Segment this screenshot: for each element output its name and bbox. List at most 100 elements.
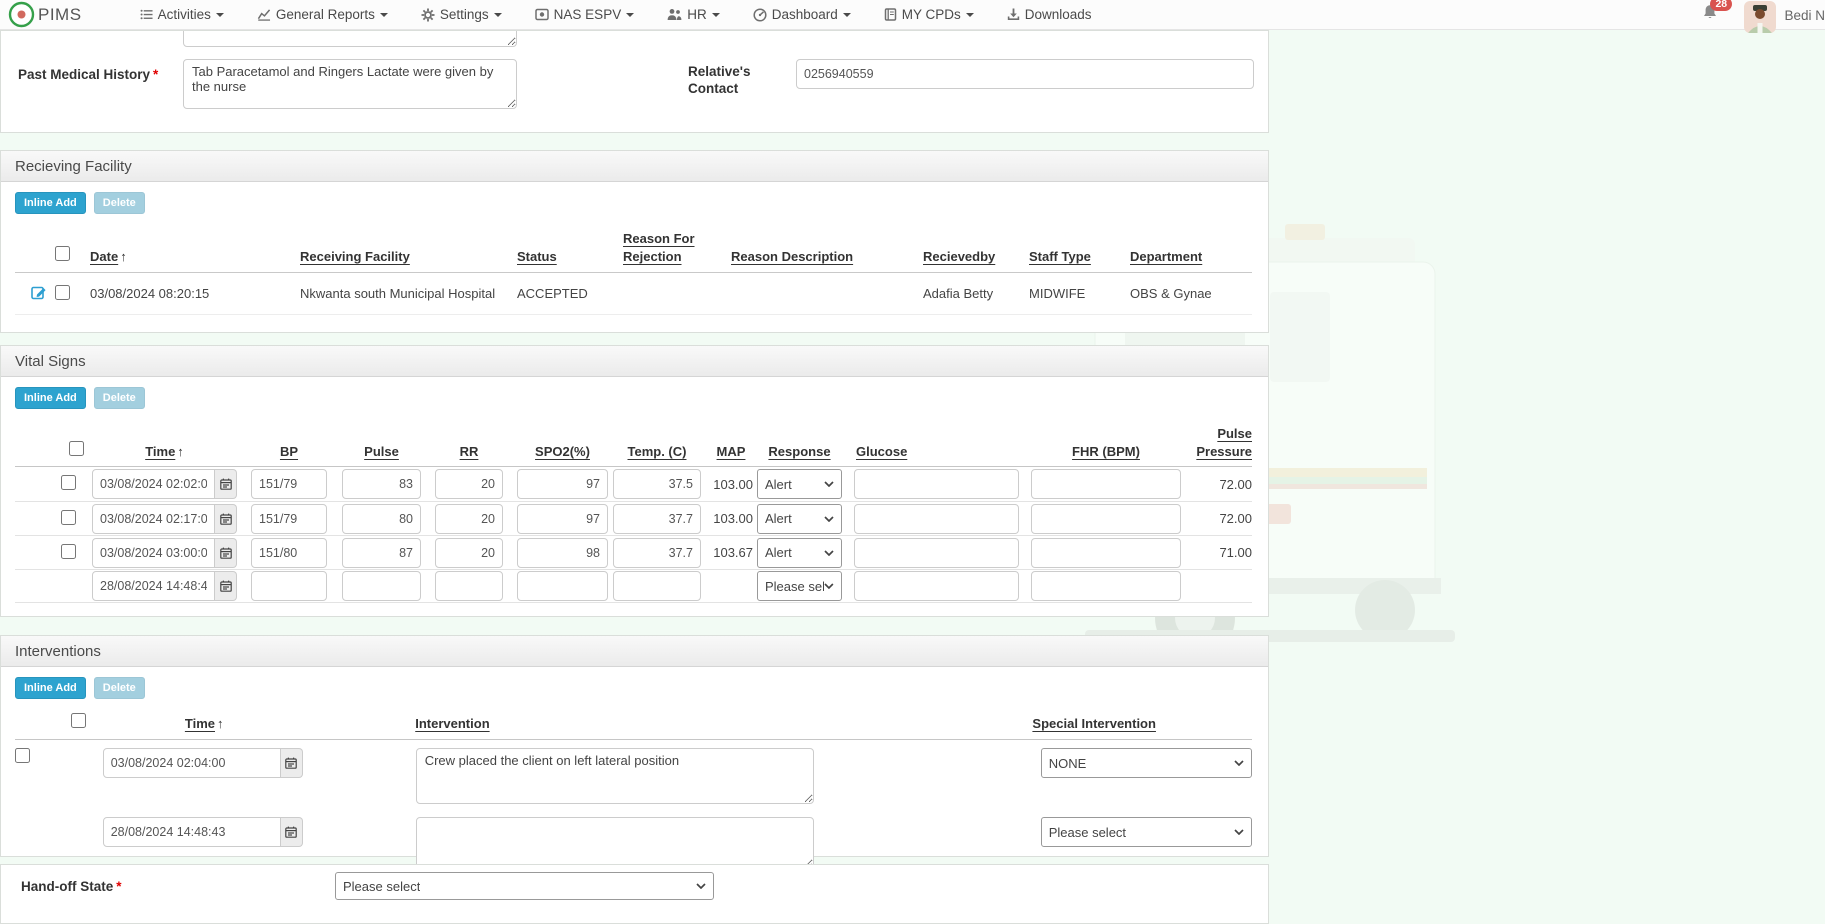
inline-add-button[interactable]: Inline Add [15, 677, 86, 699]
spo2-input[interactable] [517, 571, 608, 601]
column-header-spo2[interactable]: SPO2(%) [535, 444, 590, 459]
column-header-reason-for-rejection[interactable]: Reason For Rejection [623, 231, 695, 264]
column-header-department[interactable]: Department [1130, 249, 1202, 264]
column-header-intervention[interactable]: Intervention [415, 716, 489, 731]
calendar-button[interactable] [281, 748, 303, 778]
nav-item-hr[interactable]: HR [667, 7, 720, 22]
column-header-special-intervention[interactable]: Special Intervention [1032, 716, 1156, 731]
time-input[interactable] [103, 748, 281, 778]
edit-row-icon[interactable] [31, 284, 47, 303]
calendar-button[interactable] [281, 817, 303, 847]
pulse-input[interactable] [342, 469, 421, 499]
glucose-input[interactable] [854, 504, 1019, 534]
temp-input[interactable] [613, 504, 701, 534]
column-header-map[interactable]: MAP [717, 444, 746, 459]
rr-input[interactable] [435, 571, 503, 601]
glucose-input[interactable] [854, 469, 1019, 499]
avatar[interactable] [1744, 1, 1776, 33]
calendar-button[interactable] [215, 504, 237, 534]
fhr-input[interactable] [1031, 504, 1181, 534]
column-header-fhr[interactable]: FHR (BPM) [1072, 444, 1140, 459]
time-input[interactable] [92, 538, 215, 568]
bp-input[interactable] [251, 538, 327, 568]
time-input[interactable] [92, 504, 215, 534]
calendar-button[interactable] [215, 469, 237, 499]
inline-add-button[interactable]: Inline Add [15, 387, 86, 409]
inline-add-button[interactable]: Inline Add [15, 192, 86, 214]
response-select[interactable]: Alert [757, 504, 842, 534]
nav-item-my-cpds[interactable]: MY CPDs [884, 7, 974, 22]
response-select[interactable]: Please sel [757, 571, 842, 601]
column-header-pulse[interactable]: Pulse [364, 444, 399, 459]
special-intervention-select[interactable]: NONE [1041, 748, 1252, 778]
spo2-input[interactable] [517, 538, 608, 568]
row-checkbox[interactable] [61, 475, 76, 490]
temp-input[interactable] [613, 571, 701, 601]
handoff-state-select[interactable]: Please select [335, 872, 714, 900]
glucose-input[interactable] [854, 571, 1019, 601]
response-select[interactable]: Alert [757, 469, 842, 499]
row-checkbox[interactable] [55, 285, 70, 300]
select-all-checkbox[interactable] [55, 246, 70, 261]
nav-item-nas-espv[interactable]: NAS ESPV [535, 7, 635, 22]
column-header-response[interactable]: Response [768, 444, 830, 459]
column-header-pulse-pressure[interactable]: Pulse Pressure [1196, 426, 1252, 459]
column-header-reason-description[interactable]: Reason Description [731, 249, 853, 264]
bp-input[interactable] [251, 469, 327, 499]
temp-input[interactable] [613, 538, 701, 568]
column-header-time[interactable]: Time [145, 444, 175, 459]
row-checkbox[interactable] [61, 510, 76, 525]
brand[interactable]: PIMS [8, 1, 82, 28]
delete-button[interactable]: Delete [94, 387, 145, 409]
delete-button[interactable]: Delete [94, 192, 145, 214]
nav-item-downloads[interactable]: Downloads [1007, 7, 1092, 22]
column-header-receivedby[interactable]: Recievedby [923, 249, 995, 264]
nav-item-activities[interactable]: Activities [140, 7, 224, 22]
column-header-staff-type[interactable]: Staff Type [1029, 249, 1091, 264]
glucose-input[interactable] [854, 538, 1019, 568]
nav-item-general-reports[interactable]: General Reports [257, 7, 388, 22]
column-header-facility[interactable]: Receiving Facility [300, 249, 410, 264]
bp-input[interactable] [251, 571, 327, 601]
column-header-bp[interactable]: BP [280, 444, 298, 459]
row-checkbox[interactable] [61, 544, 76, 559]
time-input[interactable] [92, 469, 215, 499]
column-header-time[interactable]: Time [185, 716, 215, 731]
past-medical-history-textarea[interactable]: Tab Paracetamol and Ringers Lactate were… [183, 59, 517, 109]
select-all-checkbox[interactable] [69, 441, 84, 456]
special-intervention-select[interactable]: Please select [1041, 817, 1252, 847]
select-all-checkbox[interactable] [71, 713, 86, 728]
fhr-input[interactable] [1031, 469, 1181, 499]
time-input[interactable] [103, 817, 281, 847]
rr-input[interactable] [435, 504, 503, 534]
time-input[interactable] [92, 571, 215, 601]
notifications-button[interactable]: 28 [1702, 4, 1718, 26]
column-header-rr[interactable]: RR [460, 444, 479, 459]
fhr-input[interactable] [1031, 538, 1181, 568]
nav-item-settings[interactable]: Settings [421, 7, 502, 22]
pulse-input[interactable] [342, 504, 421, 534]
nav-item-dashboard[interactable]: Dashboard [753, 7, 851, 22]
column-header-date[interactable]: Date [90, 249, 118, 264]
intervention-textarea[interactable]: Crew placed the client on left lateral p… [416, 748, 814, 804]
column-header-temp[interactable]: Temp. (C) [628, 444, 687, 459]
bp-input[interactable] [251, 504, 327, 534]
intervention-textarea[interactable] [416, 817, 814, 869]
relatives-contact-input[interactable] [796, 59, 1254, 89]
column-header-status[interactable]: Status [517, 249, 557, 264]
clipped-history-textarea[interactable] [183, 30, 517, 47]
temp-input[interactable] [613, 469, 701, 499]
column-header-glucose[interactable]: Glucose [856, 444, 907, 459]
spo2-input[interactable] [517, 469, 608, 499]
rr-input[interactable] [435, 538, 503, 568]
calendar-button[interactable] [215, 571, 237, 601]
row-checkbox[interactable] [15, 748, 30, 763]
delete-button[interactable]: Delete [94, 677, 145, 699]
rr-input[interactable] [435, 469, 503, 499]
fhr-input[interactable] [1031, 571, 1181, 601]
pulse-input[interactable] [342, 538, 421, 568]
pulse-input[interactable] [342, 571, 421, 601]
spo2-input[interactable] [517, 504, 608, 534]
response-select[interactable]: Alert [757, 538, 842, 568]
calendar-button[interactable] [215, 538, 237, 568]
